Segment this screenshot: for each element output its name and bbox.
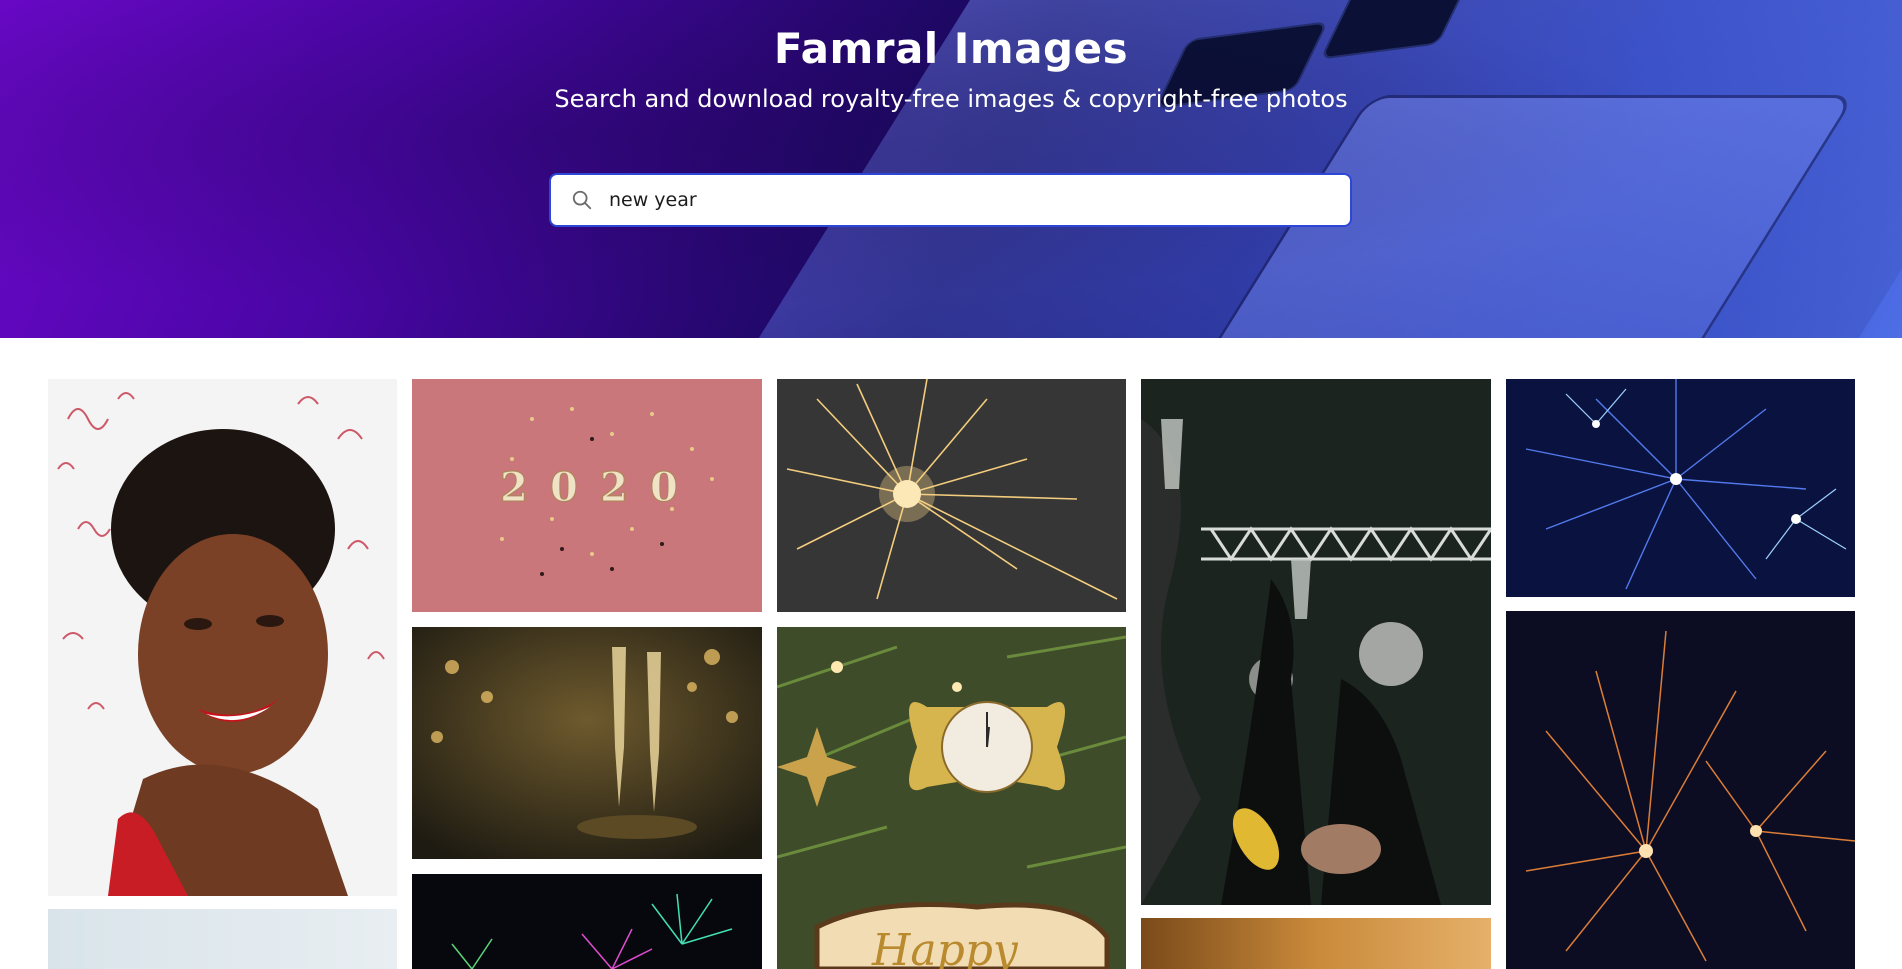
svg-text:0: 0 (650, 464, 678, 511)
golden-portrait-photo[interactable] (1141, 918, 1491, 969)
svg-text:0: 0 (550, 464, 578, 511)
party-toast-crowd-photo[interactable] (1141, 379, 1491, 905)
svg-text:2: 2 (500, 464, 528, 511)
site-subtitle: Search and download royalty-free images … (554, 85, 1348, 113)
orange-fireworks-photo[interactable] (1506, 611, 1855, 969)
christmas-ornament-clock-photo[interactable]: Happy (777, 627, 1126, 969)
site-title: Famral Images (773, 24, 1129, 73)
search-icon[interactable] (571, 189, 593, 211)
woman-confetti-photo[interactable] (48, 379, 397, 896)
sparkler-photo[interactable] (777, 379, 1126, 612)
blue-fireworks-photo[interactable] (1506, 379, 1855, 597)
search-bar[interactable] (549, 173, 1352, 227)
2020-candles-glitter-photo[interactable]: 2020 (412, 379, 762, 612)
image-gallery: 2020 Happy (0, 338, 1902, 969)
champagne-glasses-photo[interactable] (412, 627, 762, 859)
svg-text:2: 2 (600, 464, 628, 511)
happy-sign-text: Happy (871, 925, 1019, 969)
hero-banner: Famral Images Search and download royalt… (0, 0, 1902, 338)
search-input[interactable] (607, 174, 1350, 226)
light-sky-photo[interactable] (48, 909, 397, 969)
